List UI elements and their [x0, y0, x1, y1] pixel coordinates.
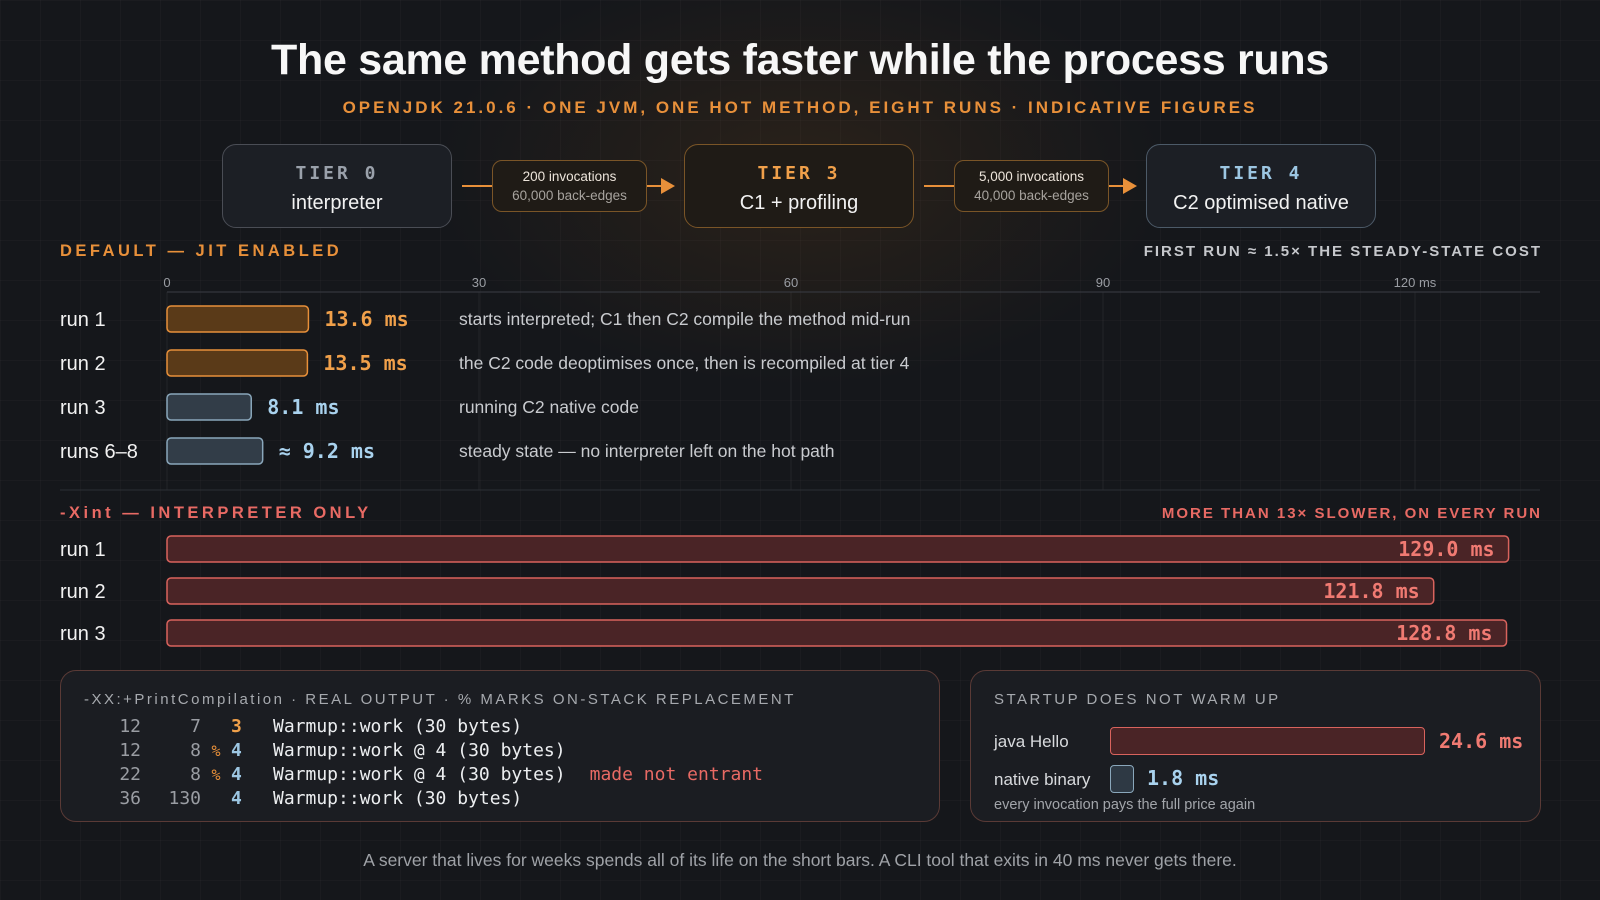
bar-annotation: running C2 native code — [459, 397, 639, 417]
tier-3-box: TIER 3 C1 + profiling — [684, 144, 914, 228]
x-tick-label: 30 — [472, 275, 486, 290]
startup-caption: every invocation pays the full price aga… — [994, 797, 1256, 813]
data-label: 8.1 ms — [267, 395, 339, 419]
method-name: Warmup::work @ 4 (30 bytes) — [273, 740, 566, 761]
bar — [166, 535, 1510, 563]
bar-annotation: steady state — no interpreter left on th… — [459, 441, 835, 461]
print-compilation-title: -XX:+PrintCompilation · REAL OUTPUT · % … — [84, 691, 796, 708]
threshold-backedges: 60,000 back-edges — [512, 188, 627, 203]
startup-panel: STARTUP DOES NOT WARM UP java Hello 24.6… — [970, 670, 1541, 822]
bar-annotation: starts interpreted; C1 then C2 compile t… — [459, 309, 910, 329]
bar-annotation: the C2 code deoptimises once, then is re… — [459, 353, 910, 373]
x-tick-label: 60 — [784, 275, 798, 290]
tier-level: 4 — [231, 740, 242, 761]
bar — [166, 619, 1508, 647]
tier-4-box: TIER 4 C2 optimised native — [1146, 144, 1376, 228]
tier-0-box: TIER 0 interpreter — [222, 144, 452, 228]
x-tick-label: 90 — [1096, 275, 1110, 290]
row-label: run 1 — [60, 539, 106, 561]
compilation-log: 12 7 3 Warmup::work (30 bytes) 12 8 % 4 … — [91, 715, 763, 811]
footer-caption: A server that lives for weeks spends all… — [363, 850, 1237, 870]
tier-desc: C1 + profiling — [739, 192, 859, 214]
timestamp: 36 — [119, 788, 141, 809]
threshold-invocations: 200 invocations — [522, 169, 617, 184]
row-label: run 1 — [60, 309, 106, 331]
startup-label-native: native binary — [994, 770, 1091, 789]
startup-label-java: java Hello — [994, 732, 1069, 751]
method-name: Warmup::work (30 bytes) — [273, 716, 523, 737]
row-label: run 3 — [60, 623, 106, 645]
method-name: Warmup::work @ 4 (30 bytes) — [273, 764, 566, 785]
timestamp: 22 — [119, 764, 141, 785]
threshold-invocations: 5,000 invocations — [978, 169, 1085, 184]
bar — [166, 577, 1435, 605]
tier-level: 4 — [231, 764, 242, 785]
startup-title: STARTUP DOES NOT WARM UP — [994, 691, 1281, 708]
flow-arrow-line — [924, 185, 954, 187]
osr-flag: % — [211, 766, 221, 784]
x-tick-label: 0 — [163, 275, 170, 290]
startup-value-java: 24.6 ms — [1439, 729, 1524, 753]
osr-flag — [201, 787, 231, 811]
tier-level: 4 — [231, 788, 242, 809]
data-label: ≈ 9.2 ms — [279, 439, 375, 463]
threshold-backedges: 40,000 back-edges — [974, 188, 1089, 203]
row-label: runs 6–8 — [60, 441, 138, 463]
compilation-line: 12 7 3 Warmup::work (30 bytes) — [91, 715, 763, 739]
flow-arrow-line — [462, 185, 492, 187]
compile-id: 8 — [190, 764, 201, 785]
bar — [166, 393, 252, 421]
compile-id: 130 — [168, 788, 201, 809]
tier-level: 3 — [231, 716, 242, 737]
bar — [166, 305, 310, 333]
print-compilation-panel: -XX:+PrintCompilation · REAL OUTPUT · % … — [60, 670, 940, 822]
run-time-chart: 0 30 60 90 120 ms run 1 13.6 ms starts interpre… — [60, 275, 1540, 647]
threshold-box-2: 5,000 invocations 40,000 back-edges — [954, 160, 1109, 212]
data-label: 13.6 ms — [324, 307, 408, 331]
arrow-right-icon — [661, 178, 675, 194]
row-label: run 3 — [60, 397, 106, 419]
flow-arrow-line — [647, 185, 661, 187]
compilation-line: 12 8 % 4 Warmup::work @ 4 (30 bytes) — [91, 739, 763, 763]
data-label: 129.0 ms — [1398, 537, 1494, 561]
data-label: 121.8 ms — [1323, 579, 1419, 603]
x-tick-label: 120 ms — [1394, 275, 1437, 290]
compile-note: made not entrant — [589, 764, 763, 785]
compilation-line: 36 130 4 Warmup::work (30 bytes) — [91, 787, 763, 811]
tier-name: TIER 4 — [1219, 163, 1303, 184]
page-subtitle: OPENJDK 21.0.6 · ONE JVM, ONE HOT METHOD… — [342, 98, 1258, 117]
tier-desc: interpreter — [291, 192, 383, 214]
jit-section-title: DEFAULT — JIT ENABLED — [60, 242, 343, 260]
data-label: 13.5 ms — [323, 351, 407, 375]
bar — [166, 437, 264, 465]
startup-value-native: 1.8 ms — [1147, 766, 1220, 790]
row-label: run 2 — [60, 353, 106, 375]
osr-flag — [201, 715, 231, 739]
flow-arrow-line — [1109, 185, 1123, 187]
osr-flag: % — [211, 742, 221, 760]
compilation-line: 22 8 % 4 Warmup::work @ 4 (30 bytes) mad… — [91, 763, 763, 787]
arrow-right-icon — [1123, 178, 1137, 194]
row-label: run 2 — [60, 581, 106, 603]
data-label: 128.8 ms — [1396, 621, 1492, 645]
jit-section-note: FIRST RUN ≈ 1.5× THE STEADY-STATE COST — [1143, 243, 1542, 260]
compile-id: 7 — [190, 716, 201, 737]
startup-bar-java — [1110, 727, 1425, 755]
tier-desc: C2 optimised native — [1173, 192, 1349, 214]
timestamp: 12 — [119, 716, 141, 737]
compile-id: 8 — [190, 740, 201, 761]
timestamp: 12 — [119, 740, 141, 761]
threshold-box-1: 200 invocations 60,000 back-edges — [492, 160, 647, 212]
tier-name: TIER 0 — [295, 163, 379, 184]
method-name: Warmup::work (30 bytes) — [273, 788, 523, 809]
page-title: The same method gets faster while the pr… — [271, 36, 1329, 84]
bar — [166, 349, 309, 377]
tier-name: TIER 3 — [757, 163, 841, 184]
startup-bar-native — [1110, 765, 1134, 793]
